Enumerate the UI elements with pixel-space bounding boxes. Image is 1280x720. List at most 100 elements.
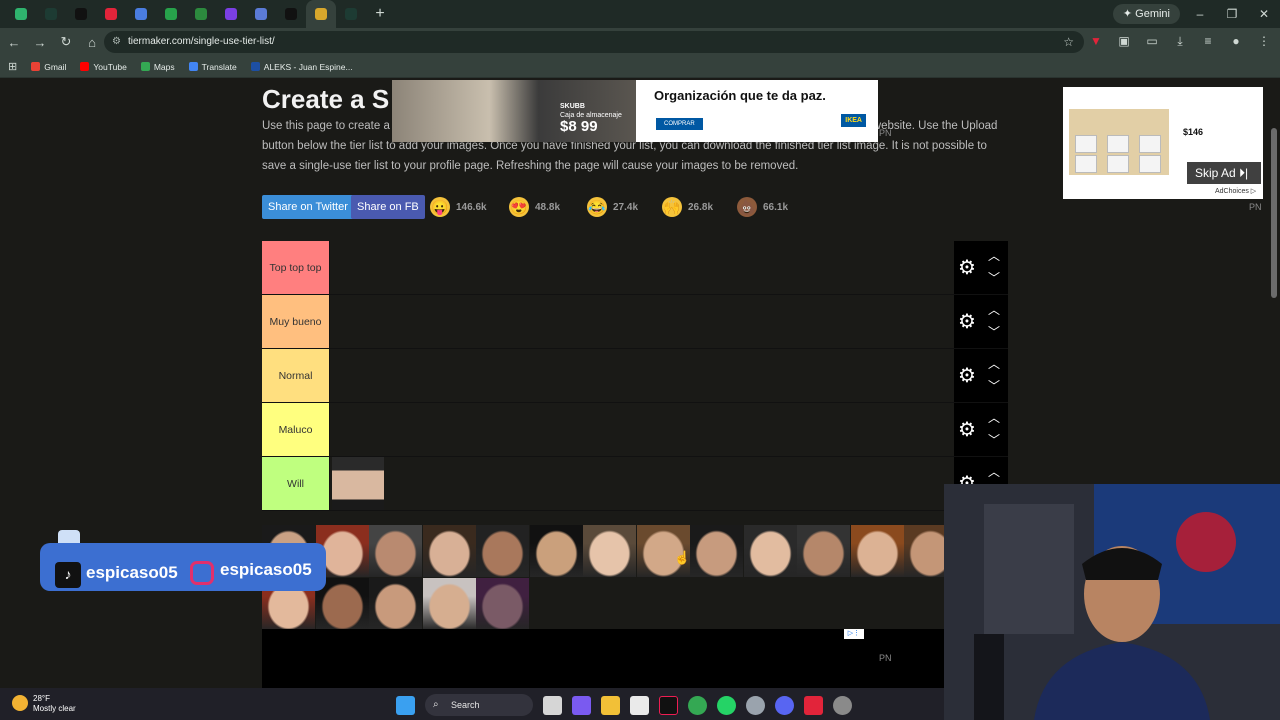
extensions-puzzle-icon[interactable]: ▣ <box>1116 34 1132 50</box>
pool-item-image[interactable] <box>690 525 743 577</box>
forward-icon[interactable]: → <box>28 35 52 50</box>
menu-icon[interactable]: ⋮ <box>1256 34 1272 50</box>
tier-label[interactable]: Will <box>262 457 329 510</box>
maximize-button[interactable]: ❐ <box>1216 0 1248 28</box>
scrollbar-thumb[interactable] <box>1271 128 1277 298</box>
gear-icon[interactable]: ⚙ <box>958 420 976 440</box>
chevron-up-icon[interactable]: ︿ <box>988 247 1000 264</box>
reaction-button[interactable]: 🙌 26.8k <box>662 195 713 219</box>
browser-tab[interactable] <box>156 0 186 28</box>
adchoices-label[interactable]: AdChoices ▷ <box>1215 187 1256 195</box>
chevron-up-icon[interactable]: ︿ <box>988 463 1000 480</box>
chevron-up-icon[interactable]: ︿ <box>988 409 1000 426</box>
home-icon[interactable]: ⌂ <box>80 35 104 50</box>
pool-item-image[interactable] <box>422 578 476 630</box>
tier-drop-zone[interactable] <box>329 241 954 294</box>
new-tab-button[interactable]: + <box>366 5 394 23</box>
browser-tab[interactable] <box>126 0 156 28</box>
tier-drop-zone[interactable] <box>329 295 954 348</box>
file-explorer-icon[interactable] <box>601 695 620 715</box>
close-window-button[interactable]: ✕ <box>1248 0 1280 28</box>
chevron-up-icon[interactable]: ︿ <box>988 301 1000 318</box>
widgets-icon[interactable] <box>572 695 591 715</box>
settings-icon[interactable] <box>833 695 852 715</box>
pool-item-image[interactable] <box>369 578 422 630</box>
reading-list-icon[interactable]: ≡ <box>1200 34 1216 50</box>
browser-tab[interactable] <box>186 0 216 28</box>
site-info-icon[interactable]: ⚙ <box>112 31 121 53</box>
task-view-icon[interactable] <box>543 695 562 715</box>
back-icon[interactable]: ← <box>2 35 26 50</box>
tier-drop-zone[interactable] <box>329 457 954 510</box>
gear-icon[interactable]: ⚙ <box>958 258 976 278</box>
chrome-icon[interactable] <box>688 695 707 715</box>
chevron-down-icon[interactable]: ﹀ <box>988 377 1000 394</box>
pool-item-image[interactable] <box>743 525 797 577</box>
pool-item-image[interactable] <box>369 525 422 577</box>
pool-item-image[interactable] <box>476 525 529 577</box>
top-banner-ad[interactable]: SKUBB Caja de almacenaje $8 99 Organizaci… <box>392 80 878 142</box>
address-bar[interactable]: ⚙ tiermaker.com/single-use-tier-list/ ☆ <box>104 31 1084 53</box>
tier-item-image[interactable] <box>332 457 384 510</box>
ad-info-icon[interactable]: ▷⋮ <box>844 629 864 639</box>
app-icon[interactable] <box>804 695 823 715</box>
start-icon[interactable] <box>396 695 415 715</box>
pool-item-image[interactable] <box>850 525 904 577</box>
tier-drop-zone[interactable] <box>329 403 954 456</box>
browser-tab[interactable] <box>216 0 246 28</box>
gear-icon[interactable]: ⚙ <box>958 312 976 332</box>
browser-tab[interactable] <box>276 0 306 28</box>
browser-tab[interactable] <box>36 0 66 28</box>
chevron-down-icon[interactable]: ﹀ <box>988 323 1000 340</box>
reaction-button[interactable]: 😛 146.6k <box>430 195 487 219</box>
bookmark-item[interactable]: YouTube <box>80 62 127 72</box>
bookmark-star-icon[interactable]: ☆ <box>1063 31 1074 53</box>
bookmark-item[interactable]: Translate <box>188 62 237 72</box>
bookmark-item[interactable]: ALEKS - Juan Espine... <box>250 62 353 72</box>
discord-icon[interactable] <box>775 695 794 715</box>
steam-icon[interactable] <box>746 695 765 715</box>
tier-label[interactable]: Top top top <box>262 241 329 294</box>
minimize-button[interactable]: – <box>1184 0 1216 28</box>
download-icon[interactable]: ⤓ <box>1172 34 1188 50</box>
browser-tab[interactable] <box>246 0 276 28</box>
bookmark-item[interactable]: Maps <box>140 62 175 72</box>
chevron-down-icon[interactable]: ﹀ <box>988 269 1000 286</box>
pool-item-image[interactable] <box>583 525 636 577</box>
browser-tab[interactable] <box>306 0 336 28</box>
apps-icon[interactable]: ⊞ <box>8 60 17 73</box>
bookmark-item[interactable]: Gmail <box>31 62 66 72</box>
browser-tab[interactable] <box>96 0 126 28</box>
tier-label[interactable]: Normal <box>262 349 329 402</box>
browser-tab[interactable] <box>6 0 36 28</box>
gemini-button[interactable]: ✦ Gemini <box>1112 4 1180 24</box>
reaction-button[interactable]: 💩 66.1k <box>737 195 788 219</box>
gear-icon[interactable]: ⚙ <box>958 366 976 386</box>
reaction-button[interactable]: 😂 27.4k <box>587 195 638 219</box>
cast-icon[interactable]: ▭ <box>1144 34 1160 50</box>
chevron-up-icon[interactable]: ︿ <box>988 355 1000 372</box>
pool-item-image[interactable] <box>797 525 850 577</box>
share-fb-button[interactable]: Share on FB <box>351 195 425 219</box>
tier-drop-zone[interactable] <box>329 349 954 402</box>
bottom-ad-overlay[interactable]: PN ▷⋮ <box>262 629 944 688</box>
share-twitter-button[interactable]: Share on Twitter <box>262 195 354 219</box>
extension-icon[interactable]: ▼ <box>1088 34 1104 50</box>
profile-avatar-icon[interactable]: ● <box>1228 34 1244 50</box>
browser-tab[interactable] <box>336 0 366 28</box>
tier-label[interactable]: Muy bueno <box>262 295 329 348</box>
taskbar-search[interactable]: ⌕ Search <box>425 694 533 716</box>
tier-label[interactable]: Maluco <box>262 403 329 456</box>
skip-ad-button[interactable]: Skip Ad ⏵| <box>1187 162 1261 184</box>
tiktok-taskbar-icon[interactable] <box>659 695 678 715</box>
reload-icon[interactable]: ↻ <box>54 34 78 50</box>
whatsapp-icon[interactable] <box>717 695 736 715</box>
ad-cta-button[interactable]: COMPRAR <box>656 118 703 130</box>
pool-item-image[interactable] <box>529 525 583 577</box>
pool-item-image[interactable] <box>422 525 476 577</box>
pool-item-image[interactable] <box>476 578 529 630</box>
reaction-button[interactable]: 😍 48.8k <box>509 195 560 219</box>
chevron-down-icon[interactable]: ﹀ <box>988 431 1000 448</box>
browser-tab[interactable] <box>66 0 96 28</box>
store-icon[interactable] <box>630 695 649 715</box>
